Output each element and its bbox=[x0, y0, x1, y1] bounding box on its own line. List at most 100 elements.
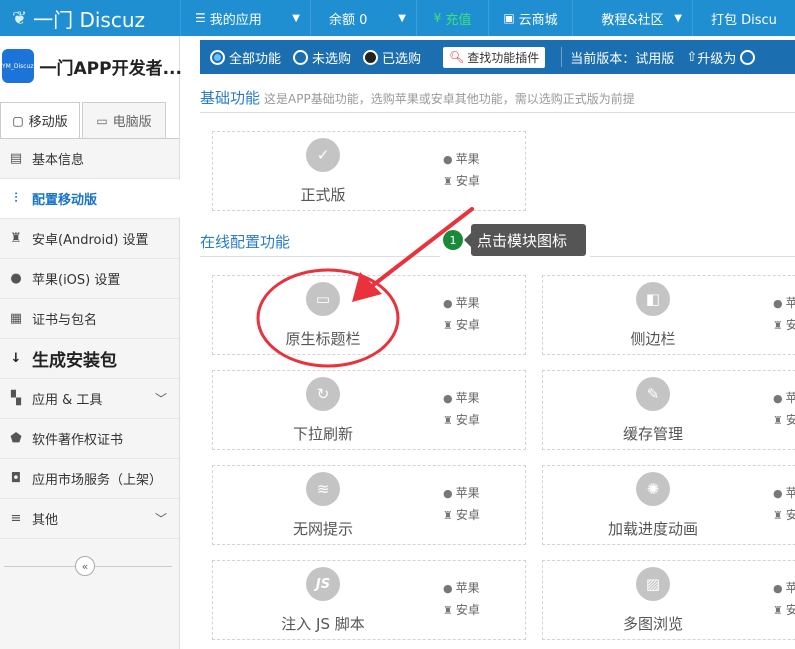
tab-mobile[interactable]: ▢ 移动版 bbox=[0, 102, 80, 138]
sidebar-item-copyright[interactable]: ⬟ 软件著作权证书 bbox=[0, 419, 179, 459]
module-card-cache[interactable]: ✎ 缓存管理 ●苹果 ♜安卓 bbox=[542, 370, 795, 450]
module-name: 下拉刷新 bbox=[292, 425, 353, 443]
module-card-official[interactable]: ✓ 正式版 ● 苹果 ♜ 安卓 bbox=[212, 131, 526, 211]
basic-section-title: 基础功能 这是APP基础功能，选购苹果或安卓其他功能，需以选购正式版为前提 bbox=[200, 87, 635, 108]
balance-label: 余额 0 bbox=[329, 12, 368, 28]
double-chevron-left-icon: « bbox=[81, 559, 89, 573]
module-card-inject-js[interactable]: JS 注入 JS 脚本 ● 苹果 ♜ 安卓 bbox=[212, 560, 526, 640]
platform-label: 安卓 bbox=[785, 603, 795, 617]
filter-selected-radio[interactable]: 已选购 bbox=[363, 48, 421, 67]
logo[interactable]: ❦ 一门 Discuz bbox=[0, 0, 180, 36]
js-icon[interactable]: JS bbox=[306, 567, 340, 601]
module-card-loading-anim[interactable]: ✺ 加载进度动画 ●苹果 ♜安卓 bbox=[542, 465, 795, 545]
platform-android: ♜安卓 bbox=[773, 506, 795, 523]
module-card-native-titlebar[interactable]: ▭ 原生标题栏 ● 苹果 ♜ 安卓 bbox=[212, 275, 526, 355]
my-apps-menu[interactable]: ☰ 我的应用 ▼ bbox=[180, 0, 310, 36]
sidebar-item-market[interactable]: ◘ 应用市场服务（上架） bbox=[0, 459, 179, 499]
divider bbox=[561, 47, 563, 67]
search-plugin-button[interactable]: 🔍︎ 查找功能插件 bbox=[443, 46, 546, 68]
sidebar-item-label: 其他 bbox=[32, 513, 59, 528]
caret-down-icon: ▼ bbox=[292, 12, 300, 24]
apple-icon: ● bbox=[443, 392, 453, 405]
radio-dot bbox=[363, 49, 379, 65]
top-navbar: ❦ 一门 Discuz ☰ 我的应用 ▼ 余额 0 ▼ ¥ 充值 ▣ 云商城 教程&社区 ▼ … bbox=[0, 0, 795, 36]
community-menu[interactable]: 教程&社区 ▼ bbox=[572, 0, 692, 36]
filter-toolbar: 全部功能 未选购 已选购 🔍︎ 查找功能插件 当前版本：试用版 ⇧ 升级为 bbox=[200, 40, 795, 74]
filter-unselected-label: 未选购 bbox=[312, 51, 352, 67]
sidebar-item-other[interactable]: ≡ 其他 ﹀ bbox=[0, 499, 179, 539]
collapse-sidebar-button[interactable]: « bbox=[75, 556, 95, 576]
platform-apple: ●苹果 bbox=[773, 294, 795, 311]
refresh-icon[interactable]: ↻ bbox=[306, 377, 340, 411]
module-card-pull-refresh[interactable]: ↻ 下拉刷新 ● 苹果 ♜ 安卓 bbox=[212, 370, 526, 450]
module-card-multi-image[interactable]: ▨ 多图浏览 ●苹果 ♜安卓 bbox=[542, 560, 795, 640]
apple-icon: ● bbox=[773, 487, 783, 500]
radio-dot bbox=[210, 49, 225, 65]
upgrade-icon: ⇧ bbox=[686, 49, 698, 65]
platform-apple: ●苹果 bbox=[443, 294, 480, 311]
sidebar-item-label: 苹果(iOS) 设置 bbox=[32, 273, 121, 288]
radio-dot bbox=[293, 49, 309, 65]
sidebar-item-label: 安卓(Android) 设置 bbox=[32, 233, 149, 248]
platform-android: ♜安卓 bbox=[443, 411, 480, 428]
sidebar-item-label: 配置移动版 bbox=[32, 193, 98, 208]
cloud-store-link[interactable]: ▣ 云商城 bbox=[488, 0, 572, 36]
recharge-link[interactable]: ¥ 充值 bbox=[416, 0, 488, 36]
platform-label: 安卓 bbox=[455, 174, 480, 188]
android-icon: ♜ bbox=[773, 319, 783, 332]
upgrade-option[interactable]: ⇧ 升级为 bbox=[686, 48, 756, 67]
module-name: 缓存管理 bbox=[622, 425, 683, 443]
yuan-icon: ¥ bbox=[433, 11, 442, 25]
app-icon[interactable]: YM_Discuz bbox=[2, 49, 34, 83]
android-icon: ♜ bbox=[443, 509, 453, 522]
sidebar-item-build-package[interactable]: ↓ 生成安装包 bbox=[0, 339, 179, 379]
apple-icon: ● bbox=[773, 297, 783, 310]
package-link[interactable]: 打包 Discu bbox=[692, 0, 795, 36]
android-icon: ♜ bbox=[10, 231, 22, 246]
sidebar-item-ios[interactable]: ● 苹果(iOS) 设置 bbox=[0, 259, 179, 299]
apple-icon: ● bbox=[773, 392, 783, 405]
platform-android: ♜安卓 bbox=[443, 601, 480, 618]
balance-menu[interactable]: 余额 0 ▼ bbox=[310, 0, 416, 36]
app-name[interactable]: 一门APP开发者... bbox=[40, 54, 182, 79]
sidebar-item-apps-tools[interactable]: ▚ 应用 & 工具 ﹀ bbox=[0, 379, 179, 419]
platform-label: 安卓 bbox=[455, 508, 480, 522]
step-badge: 1 bbox=[443, 230, 463, 250]
platform-tabs: ▢ 移动版 ▭ 电脑版 bbox=[0, 96, 179, 138]
divider bbox=[200, 256, 440, 257]
sidebar-item-label: 生成安装包 bbox=[32, 351, 117, 371]
apple-icon: ● bbox=[773, 582, 783, 595]
platform-label: 苹果 bbox=[455, 152, 480, 166]
broom-icon[interactable]: ✎ bbox=[636, 377, 670, 411]
tab-desktop[interactable]: ▭ 电脑版 bbox=[82, 102, 166, 138]
filter-unselected-radio[interactable]: 未选购 bbox=[293, 48, 351, 67]
spinner-icon[interactable]: ✺ bbox=[636, 472, 670, 506]
sidebar-item-basic-info[interactable]: ▤ 基本信息 bbox=[0, 139, 179, 179]
image-icon[interactable]: ▨ bbox=[636, 567, 670, 601]
filter-selected-label: 已选购 bbox=[382, 51, 422, 67]
sidebar-item-config-mobile[interactable]: ⫶ 配置移动版 bbox=[0, 179, 188, 219]
sidebar-panel-icon[interactable]: ◧ bbox=[636, 282, 670, 316]
shield-check-icon[interactable]: ✓ bbox=[306, 138, 340, 172]
basic-title: 基础功能 bbox=[200, 89, 261, 107]
platform-label: 苹果 bbox=[785, 486, 795, 500]
platform-label: 苹果 bbox=[455, 486, 480, 500]
sidebar-item-label: 基本信息 bbox=[32, 153, 85, 168]
module-card-no-network[interactable]: ≋ 无网提示 ● 苹果 ♜ 安卓 bbox=[212, 465, 526, 545]
apple-icon: ● bbox=[443, 582, 453, 595]
desktop-icon: ▭ bbox=[96, 113, 108, 128]
recharge-label: 充值 bbox=[445, 12, 472, 28]
platform-label: 苹果 bbox=[455, 391, 480, 405]
platform-label: 安卓 bbox=[455, 413, 480, 427]
tab-mobile-label: 移动版 bbox=[28, 115, 68, 130]
window-icon[interactable]: ▭ bbox=[306, 282, 340, 316]
divider bbox=[590, 256, 795, 257]
sidebar-item-certificate[interactable]: ▦ 证书与包名 bbox=[0, 299, 179, 339]
android-icon: ♜ bbox=[443, 319, 453, 332]
filter-all-radio[interactable]: 全部功能 bbox=[210, 48, 281, 67]
chevron-down-icon: ﹀ bbox=[154, 512, 167, 526]
module-card-sidebar[interactable]: ◧ 侧边栏 ●苹果 ♜安卓 bbox=[542, 275, 795, 355]
wifi-off-icon[interactable]: ≋ bbox=[306, 472, 340, 506]
sidebar-item-android[interactable]: ♜ 安卓(Android) 设置 bbox=[0, 219, 179, 259]
platform-android: ♜安卓 bbox=[773, 316, 795, 333]
